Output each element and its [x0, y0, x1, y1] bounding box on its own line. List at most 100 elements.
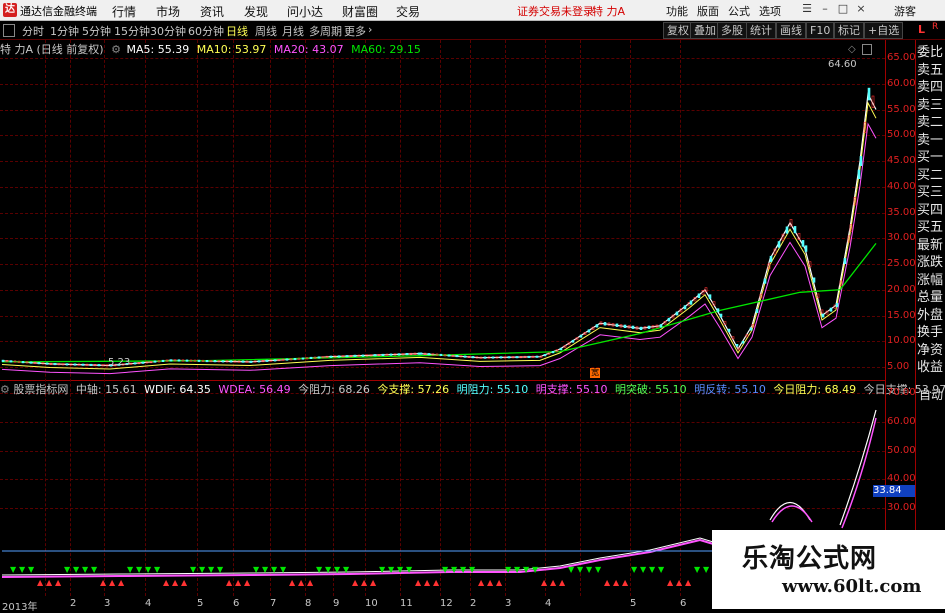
candle	[499, 356, 503, 359]
candle	[820, 309, 824, 314]
diamond-icon[interactable]: ◇	[848, 44, 856, 55]
candle	[559, 347, 563, 351]
side-item[interactable]: 收益	[917, 359, 945, 376]
signal-arrow-icon: ▼	[379, 565, 386, 574]
candle	[45, 362, 49, 365]
candle	[615, 323, 619, 327]
side-item[interactable]: 买五	[917, 219, 945, 236]
signal-arrow-icon: ▼	[631, 565, 638, 574]
side-item[interactable]: 涨跌	[917, 254, 945, 271]
side-item[interactable]: 买二	[917, 167, 945, 184]
time-tick-label: 5	[630, 598, 637, 609]
candle	[835, 303, 839, 308]
auto-scale-button[interactable]: 自动	[919, 386, 943, 403]
time-tick-label: 4	[145, 598, 152, 609]
signal-arrow-icon: ▼	[271, 565, 278, 574]
side-item[interactable]: 涨幅	[917, 272, 945, 289]
signal-arrow-icon: ▼	[469, 565, 476, 574]
time-tick-label: 6	[233, 598, 240, 609]
candle	[205, 359, 209, 363]
side-item[interactable]: 买一	[917, 149, 945, 166]
candle	[639, 326, 643, 331]
signal-arrow-icon: ▼	[595, 565, 602, 574]
candle	[257, 360, 261, 363]
candle	[793, 226, 797, 234]
signal-arrow-icon: ▼	[397, 565, 404, 574]
side-item[interactable]: 最新	[917, 237, 945, 254]
side-item[interactable]: 买四	[917, 202, 945, 219]
time-tick-label: 2013年	[2, 602, 38, 613]
signal-arrow-icon: ▼	[460, 565, 467, 574]
candle	[735, 343, 739, 347]
side-item[interactable]: 卖五	[917, 62, 945, 79]
signal-arrow-icon: ▼	[334, 565, 341, 574]
kline-chart[interactable]: ▼ ▼ ▼▲ ▲ ▲▼ ▼ ▼ ▼▲ ▲ ▲▼ ▼ ▼ ▼▲ ▲ ▲▼ ▼ ▼ ▼▲ ▲ ▲▼ ▼ ▼ ▼▲ ▲ ▲▼ ▼ ▼ ▼▲ ▲…	[0, 0, 945, 609]
candle	[859, 156, 863, 166]
signal-arrow-icon: ▼	[199, 565, 206, 574]
candle	[373, 354, 377, 357]
candle	[337, 355, 341, 358]
candle	[623, 324, 627, 329]
candle	[543, 354, 547, 357]
signal-arrow-icon: ▼	[73, 565, 80, 574]
candle	[741, 340, 745, 344]
signal-arrow-icon: ▼	[649, 565, 656, 574]
low-price-label: 5.23	[108, 357, 131, 368]
time-tick-label: 5	[197, 598, 204, 609]
candle	[381, 353, 385, 357]
candle	[708, 294, 712, 299]
candle	[229, 360, 233, 363]
side-item[interactable]: 卖四	[917, 79, 945, 96]
candle	[871, 95, 875, 108]
ma5-line	[1, 92, 877, 367]
candle	[389, 353, 393, 356]
time-tick-label: 8	[305, 598, 312, 609]
time-tick-label: 3	[505, 598, 512, 609]
signal-arrow-icon: ▼	[316, 565, 323, 574]
side-item[interactable]: 卖一	[917, 132, 945, 149]
candle	[455, 354, 459, 358]
event-marker-icon[interactable]: 宽	[590, 368, 600, 378]
candle	[177, 359, 181, 362]
candle	[97, 364, 101, 367]
side-item[interactable]: 买三	[917, 184, 945, 201]
side-item[interactable]: 换手	[917, 324, 945, 341]
candle	[447, 354, 451, 357]
candle	[867, 87, 871, 101]
side-item[interactable]: 卖二	[917, 114, 945, 131]
candle	[1, 359, 5, 362]
candle	[161, 359, 165, 363]
restore-pane-icon[interactable]	[862, 44, 872, 55]
side-item[interactable]: 卖三	[917, 97, 945, 114]
side-item[interactable]: 净资	[917, 342, 945, 359]
ma10-line	[1, 101, 877, 370]
signal-arrow-icon: ▼	[136, 565, 143, 574]
side-item[interactable]: 外盘	[917, 307, 945, 324]
signal-arrow-icon: ▼	[406, 565, 413, 574]
candle	[53, 362, 57, 366]
candle	[683, 305, 687, 310]
candle	[667, 317, 671, 322]
signal-arrow-icon: ▲	[550, 578, 557, 587]
side-item[interactable]: 总量	[917, 289, 945, 306]
candle	[273, 359, 277, 362]
signal-arrow-icon: ▲	[487, 578, 494, 587]
side-item[interactable]: 委比	[917, 44, 945, 61]
signal-arrow-icon: ▼	[658, 565, 665, 574]
candle	[749, 327, 753, 331]
signal-arrow-icon: ▲	[424, 578, 431, 587]
candle	[21, 361, 25, 364]
time-tick-label: 4	[545, 598, 552, 609]
candle	[571, 339, 575, 343]
signal-arrow-icon: ▼	[28, 565, 35, 574]
signal-arrow-icon: ▼	[208, 565, 215, 574]
candle	[133, 362, 137, 365]
candle	[801, 240, 805, 247]
candle	[73, 363, 77, 366]
signal-arrow-icon: ▲	[235, 578, 242, 587]
candle	[169, 359, 173, 362]
time-tick-label: 7	[270, 598, 277, 609]
time-tick-label: 10	[365, 598, 378, 609]
candle	[65, 363, 69, 366]
signal-arrow-icon: ▼	[694, 565, 701, 574]
